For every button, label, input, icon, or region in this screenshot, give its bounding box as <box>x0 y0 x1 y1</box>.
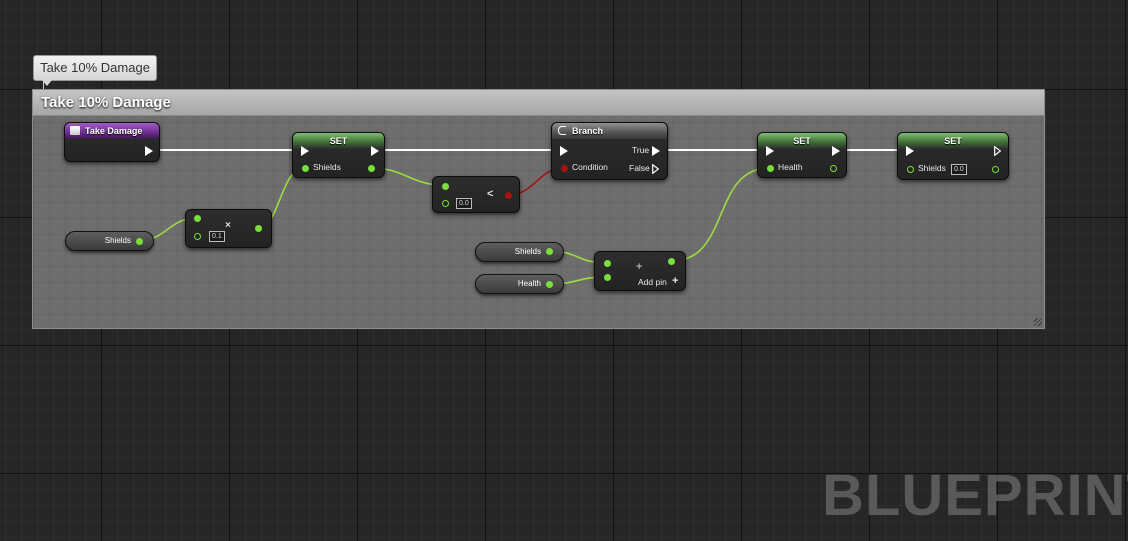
branch-node[interactable]: Branch True Condition False <box>551 122 668 180</box>
comment-title: Take 10% Damage <box>41 94 171 111</box>
true-pin-label: True <box>632 145 650 155</box>
get-health-label: Health <box>517 279 541 288</box>
shields-output-pin[interactable] <box>368 165 375 172</box>
exec-out-pin[interactable] <box>994 146 1001 156</box>
exec-out-pin[interactable] <box>832 146 840 156</box>
get-shields-node[interactable]: Shields <box>475 242 564 262</box>
get-shields-node[interactable]: Shields <box>65 231 154 251</box>
event-icon <box>70 126 80 135</box>
exec-out-pin[interactable] <box>371 146 379 156</box>
b-value-field[interactable]: 0.1 <box>209 231 225 242</box>
health-pin-label: Health <box>778 162 803 172</box>
set-node-title: SET <box>329 136 348 146</box>
get-shields-label: Shields <box>104 236 131 245</box>
add-pin-label[interactable]: Add pin <box>638 277 667 287</box>
b-input-pin[interactable] <box>442 200 449 207</box>
bool-output-pin[interactable] <box>505 192 512 199</box>
event-node-header: Take Damage <box>65 123 159 139</box>
exec-in-pin[interactable] <box>906 146 914 156</box>
shields-value-field[interactable]: 0.0 <box>951 164 967 175</box>
comment-header[interactable]: Take 10% Damage <box>33 90 1044 116</box>
result-output-pin[interactable] <box>668 258 675 265</box>
blueprint-watermark: BLUEPRINT <box>822 463 1128 528</box>
comment-tag-label: Take 10% Damage <box>40 60 150 75</box>
shields-input-pin[interactable] <box>302 165 309 172</box>
exec-out-pin[interactable] <box>145 146 153 156</box>
false-exec-pin[interactable] <box>652 164 659 174</box>
exec-in-pin[interactable] <box>301 146 309 156</box>
health-input-pin[interactable] <box>767 165 774 172</box>
add-node[interactable]: + Add pin + <box>594 251 686 291</box>
branch-node-header: Branch <box>552 123 667 139</box>
add-operator: + <box>636 261 643 273</box>
b-input-pin[interactable] <box>194 233 201 240</box>
b-input-pin[interactable] <box>604 274 611 281</box>
comment-tag[interactable]: Take 10% Damage <box>33 55 157 86</box>
a-input-pin[interactable] <box>604 260 611 267</box>
false-pin-label: False <box>629 163 650 173</box>
get-health-node[interactable]: Health <box>475 274 564 294</box>
set-node-title: SET <box>944 136 962 146</box>
a-input-pin[interactable] <box>194 215 201 222</box>
branch-icon <box>558 126 566 135</box>
event-node-title: Take Damage <box>85 126 143 136</box>
condition-pin[interactable] <box>561 165 568 172</box>
shields-output-pin[interactable] <box>992 166 999 173</box>
set-node-header: SET <box>898 133 1008 149</box>
multiply-operator: × <box>225 220 231 231</box>
a-input-pin[interactable] <box>442 183 449 190</box>
shields-output-pin[interactable] <box>546 248 553 255</box>
set-shields-node[interactable]: SET Shields <box>292 132 385 178</box>
b-value-field[interactable]: 0.0 <box>456 198 472 209</box>
exec-in-pin[interactable] <box>766 146 774 156</box>
true-exec-pin[interactable] <box>652 146 660 156</box>
get-shields-label: Shields <box>514 247 541 256</box>
less-than-node[interactable]: 0.0 < <box>432 176 520 213</box>
comment-resize-grip[interactable] <box>1034 318 1042 326</box>
branch-node-title: Branch <box>572 126 604 136</box>
set-shields-zero-node[interactable]: SET Shields 0.0 <box>897 132 1009 180</box>
exec-in-pin[interactable] <box>560 146 568 156</box>
add-pin-icon[interactable]: + <box>672 275 678 287</box>
multiply-node[interactable]: 0.1 × <box>185 209 272 248</box>
health-output-pin[interactable] <box>546 281 553 288</box>
shields-pin-label: Shields <box>918 163 946 173</box>
set-node-title: SET <box>793 136 811 146</box>
shields-input-pin[interactable] <box>907 166 914 173</box>
shields-output-pin[interactable] <box>136 238 143 245</box>
less-than-operator: < <box>487 188 494 200</box>
shields-pin-label: Shields <box>313 162 341 172</box>
set-health-node[interactable]: SET Health <box>757 132 847 178</box>
condition-pin-label: Condition <box>572 162 608 172</box>
event-node-take-damage[interactable]: Take Damage <box>64 122 160 162</box>
result-output-pin[interactable] <box>255 225 262 232</box>
health-output-pin[interactable] <box>830 165 837 172</box>
